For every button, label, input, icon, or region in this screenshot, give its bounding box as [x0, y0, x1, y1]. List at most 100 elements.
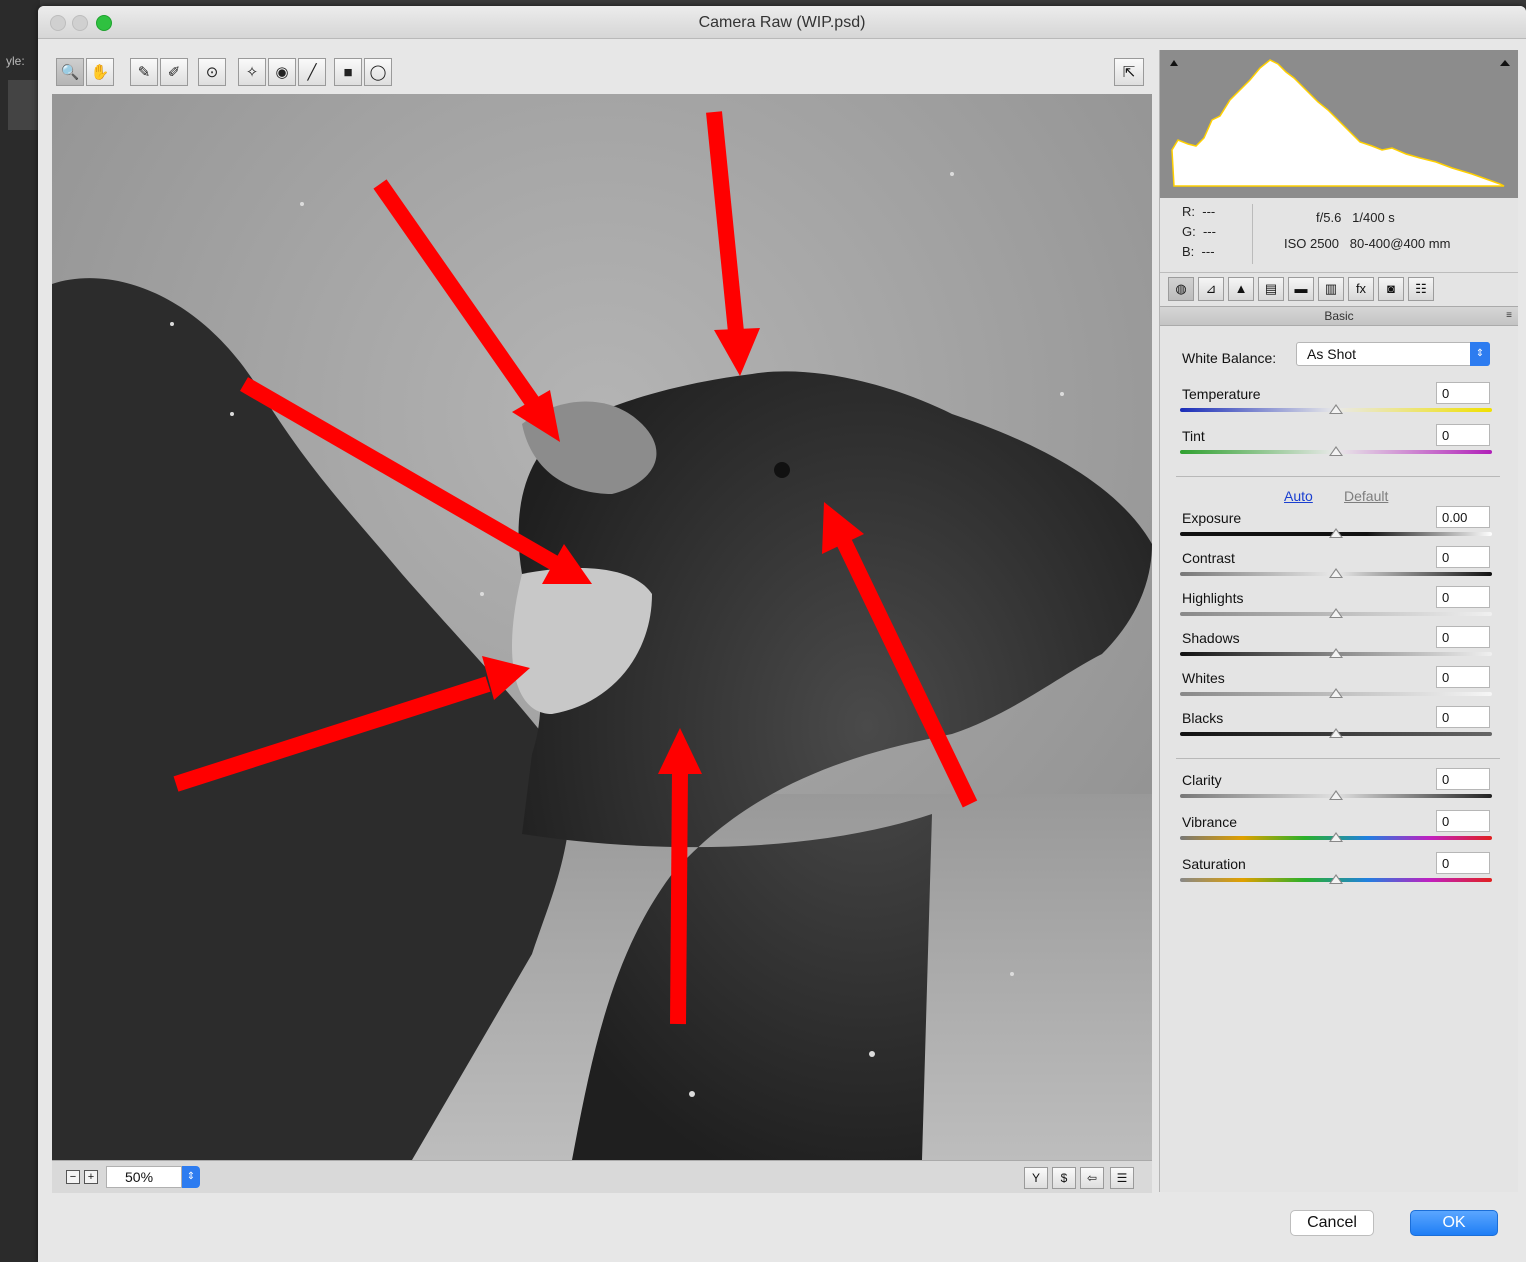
whites-label: Whites [1182, 670, 1225, 686]
saturation-slider-thumb[interactable] [1329, 874, 1343, 884]
contrast-slider-thumb[interactable] [1329, 568, 1343, 578]
section-title: Basic [1324, 309, 1354, 323]
section-header: Basic ≡ [1160, 306, 1518, 326]
white-balance-tool-icon: ✎ [137, 64, 151, 81]
vibrance-value-field[interactable]: 0 [1436, 810, 1490, 832]
shadows-slider-thumb[interactable] [1329, 648, 1343, 658]
tab-effects[interactable]: fx [1348, 277, 1374, 301]
vibrance-label: Vibrance [1182, 814, 1238, 830]
exposure-label: Exposure [1182, 510, 1242, 526]
auto-link[interactable]: Auto [1284, 488, 1313, 504]
tint-value-field[interactable]: 0 [1436, 424, 1490, 446]
contrast-value-field[interactable]: 0 [1436, 546, 1490, 568]
b-label: B: [1182, 244, 1195, 259]
color-sampler-tool-button[interactable]: ✐ [160, 58, 188, 86]
zoom-in-button[interactable]: + [84, 1170, 98, 1184]
zoom-level-field[interactable]: 50% [106, 1166, 182, 1188]
zoom-tool-button[interactable]: 🔍 [56, 58, 84, 86]
clarity-label: Clarity [1182, 772, 1222, 788]
radial-filter-button[interactable]: ◯ [364, 58, 392, 86]
contrast-label: Contrast [1182, 550, 1235, 566]
photoshop-background: yle: [0, 0, 40, 1262]
white-balance-value: As Shot [1307, 346, 1357, 362]
rgb-readout: R: --- G: --- B: --- [1182, 202, 1216, 262]
zoom-level-stepper[interactable]: ⇕ [182, 1166, 200, 1188]
zoom-tool-icon: 🔍 [60, 64, 80, 81]
targeted-adjustment-tool-icon: ⊙ [205, 64, 219, 81]
tab-lens-corrections[interactable]: ▥ [1318, 277, 1344, 301]
r-label: R: [1182, 204, 1195, 219]
section-divider [1176, 758, 1500, 759]
tab-split-toning[interactable]: ▬ [1288, 277, 1314, 301]
graduated-filter-button[interactable]: ■ [334, 58, 362, 86]
tab-presets[interactable]: ☷ [1408, 277, 1434, 301]
white-balance-select[interactable]: As Shot ⇕ [1296, 342, 1490, 366]
spot-removal-tool-button[interactable]: ✧ [238, 58, 266, 86]
g-label: G: [1182, 224, 1196, 239]
blacks-label: Blacks [1182, 710, 1224, 726]
white-balance-tool-button[interactable]: ✎ [130, 58, 158, 86]
bear-photo [52, 94, 1152, 1160]
highlights-label: Highlights [1182, 590, 1244, 606]
tab-detail[interactable]: ▲ [1228, 277, 1254, 301]
red-eye-tool-icon: ◉ [275, 64, 289, 81]
bear-eye [774, 462, 790, 478]
adjustment-brush-icon: ╱ [307, 64, 317, 81]
tab-hsl[interactable]: ▤ [1258, 277, 1284, 301]
highlights-value-field[interactable]: 0 [1436, 586, 1490, 608]
tab-tone-curve[interactable]: ⊿ [1198, 277, 1224, 301]
image-preview[interactable] [52, 94, 1152, 1160]
adjustment-brush-button[interactable]: ╱ [298, 58, 326, 86]
radial-filter-icon: ◯ [369, 64, 387, 81]
tab-camera-calibration[interactable]: ◙ [1378, 277, 1404, 301]
hand-tool-button[interactable]: ✋ [86, 58, 114, 86]
spot-removal-tool-icon: ✧ [245, 64, 259, 81]
vibrance-slider-thumb[interactable] [1329, 832, 1343, 842]
title-bar: Camera Raw (WIP.psd) [38, 6, 1526, 39]
preview-preferences-button[interactable]: ☰ [1110, 1167, 1134, 1189]
clarity-value-field[interactable]: 0 [1436, 768, 1490, 790]
shadow-clipping-icon[interactable] [1170, 60, 1178, 66]
section-menu-icon[interactable]: ≡ [1506, 307, 1512, 325]
exposure-value-field[interactable]: 0.00 [1436, 506, 1490, 528]
aperture-value: f/5.6 [1316, 210, 1342, 225]
shadows-value-field[interactable]: 0 [1436, 626, 1490, 648]
whites-value-field[interactable]: 0 [1436, 666, 1490, 688]
red-eye-tool-button[interactable]: ◉ [268, 58, 296, 86]
whites-slider-thumb[interactable] [1329, 688, 1343, 698]
swap-settings-button[interactable]: $ [1052, 1167, 1076, 1189]
cancel-button[interactable]: Cancel [1290, 1210, 1374, 1236]
clarity-slider-thumb[interactable] [1329, 790, 1343, 800]
fullscreen-toggle-button[interactable]: ⇱ [1114, 58, 1144, 86]
saturation-label: Saturation [1182, 856, 1246, 872]
before-after-view-button[interactable]: Y [1024, 1167, 1048, 1189]
window-title: Camera Raw (WIP.psd) [698, 14, 866, 31]
section-divider [1176, 476, 1500, 477]
fullscreen-icon: ⇱ [1122, 64, 1136, 81]
highlights-slider-thumb[interactable] [1329, 608, 1343, 618]
hand-tool-icon: ✋ [90, 64, 110, 81]
g-value: --- [1202, 224, 1216, 239]
tab-basic[interactable]: ◍ [1168, 277, 1194, 301]
copy-settings-button[interactable]: ⇦ [1080, 1167, 1104, 1189]
lens-info: ISO 2500 80-400@400 mm [1284, 236, 1450, 251]
lens-value: 80-400@400 mm [1349, 236, 1451, 251]
r-value: --- [1202, 204, 1216, 219]
histogram-shape [1171, 59, 1505, 187]
saturation-value-field[interactable]: 0 [1436, 852, 1490, 874]
targeted-adjustment-tool-button[interactable]: ⊙ [198, 58, 226, 86]
tint-label: Tint [1182, 428, 1205, 444]
blacks-slider-thumb[interactable] [1329, 728, 1343, 738]
default-link[interactable]: Default [1344, 488, 1388, 504]
zoom-out-button[interactable]: − [66, 1170, 80, 1184]
blacks-value-field[interactable]: 0 [1436, 706, 1490, 728]
shutter-value: 1/400 s [1352, 210, 1395, 225]
exposure-slider-thumb[interactable] [1329, 528, 1343, 538]
temperature-value-field[interactable]: 0 [1436, 382, 1490, 404]
ok-button[interactable]: OK [1410, 1210, 1498, 1236]
white-balance-label: White Balance: [1182, 350, 1277, 366]
temperature-slider-thumb[interactable] [1329, 404, 1343, 414]
histogram [1160, 50, 1518, 198]
tint-slider-thumb[interactable] [1329, 446, 1343, 456]
highlight-clipping-icon[interactable] [1500, 60, 1510, 66]
